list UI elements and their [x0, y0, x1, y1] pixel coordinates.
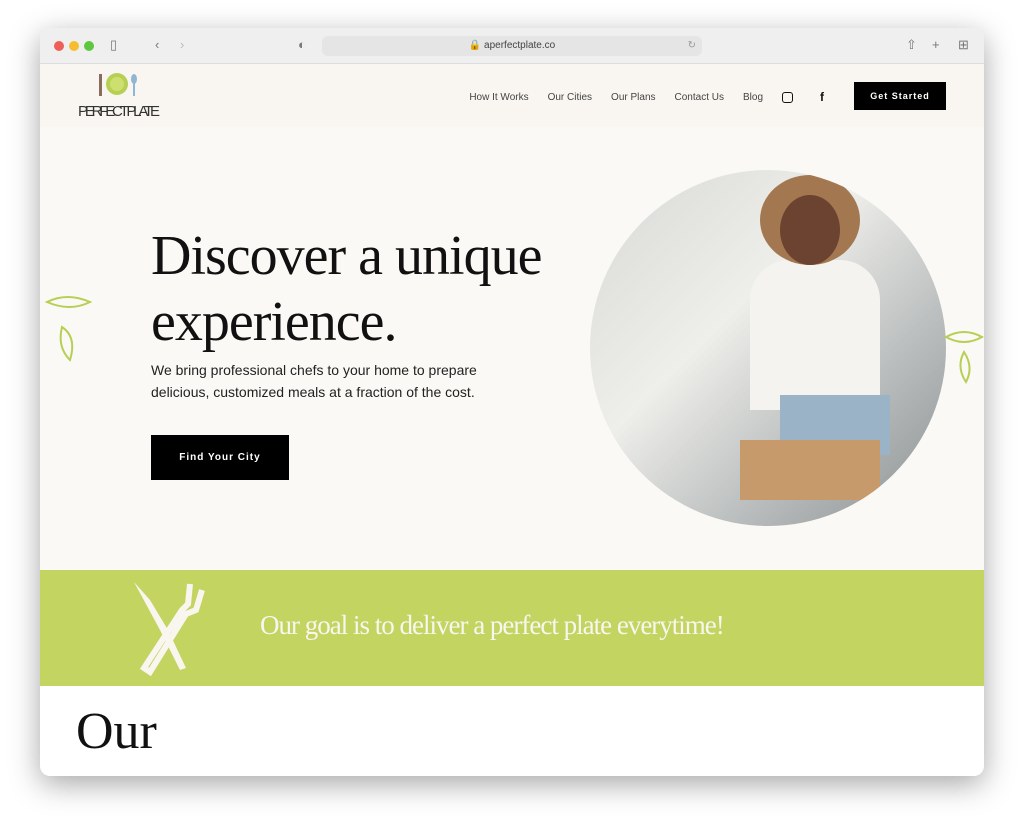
hero-title: Discover a unique experience.	[151, 225, 542, 353]
back-icon[interactable]: ‹	[155, 37, 159, 52]
url-text: aperfectplate.co	[484, 40, 556, 51]
maximize-window-icon[interactable]	[84, 41, 94, 51]
instagram-icon[interactable]	[782, 91, 793, 103]
hero-section: Discover a unique experience. We bring pr…	[40, 127, 984, 570]
site-header: PERFECT PLATE How It Works Our Cities Ou…	[40, 64, 984, 127]
address-bar[interactable]: 🔒 aperfectplate.co ↻	[322, 36, 702, 56]
nav-how-it-works[interactable]: How It Works	[469, 92, 528, 103]
section-title: Our	[76, 703, 157, 760]
goal-text: Our goal is to deliver a perfect plate e…	[260, 610, 725, 640]
main-nav: How It Works Our Cities Our Plans Contac…	[469, 90, 824, 104]
nav-our-plans[interactable]: Our Plans	[611, 92, 655, 103]
minimize-window-icon[interactable]	[69, 41, 79, 51]
hero-subtitle: We bring professional chefs to your home…	[151, 362, 477, 400]
facebook-icon[interactable]: f	[820, 90, 824, 104]
tab-overview-icon[interactable]: ⊞	[958, 37, 969, 53]
knife-fork-icon	[134, 582, 205, 676]
nav-blog[interactable]: Blog	[743, 92, 763, 103]
reload-icon[interactable]: ↻	[688, 36, 696, 56]
new-tab-icon[interactable]: +	[932, 37, 940, 52]
forward-icon[interactable]: ›	[180, 37, 184, 52]
goal-banner: Our goal is to deliver a perfect plate e…	[40, 570, 984, 686]
leaf-decoration-icon	[44, 296, 92, 362]
browser-window: ▯ ‹ › ◐ 🔒 aperfectplate.co ↻ ⇧ + ⊞ PERFEC…	[40, 28, 984, 776]
nav-contact-us[interactable]: Contact Us	[675, 92, 724, 103]
sidebar-icon[interactable]: ▯	[110, 37, 117, 53]
shield-icon[interactable]: ◐	[298, 37, 306, 52]
share-icon[interactable]: ⇧	[906, 37, 917, 53]
logo[interactable]: PERFECT PLATE	[78, 72, 168, 122]
get-started-button[interactable]: Get Started	[854, 82, 946, 110]
leaf-decoration-icon	[944, 331, 984, 384]
find-your-city-button[interactable]: Find Your City	[151, 435, 289, 480]
nav-our-cities[interactable]: Our Cities	[548, 92, 592, 103]
hero-photo-chef-in-kitchen	[590, 170, 946, 526]
svg-text:PERFECT PLATE: PERFECT PLATE	[78, 103, 160, 120]
close-window-icon[interactable]	[54, 41, 64, 51]
browser-toolbar: ▯ ‹ › ◐ 🔒 aperfectplate.co ↻ ⇧ + ⊞	[40, 28, 984, 64]
